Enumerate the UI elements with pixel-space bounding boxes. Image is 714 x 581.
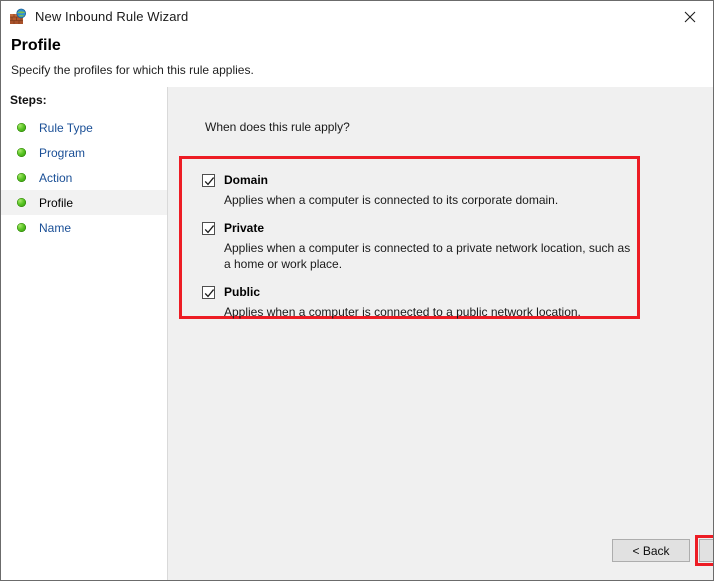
step-bullet-icon	[17, 198, 26, 207]
sidebar-item-name[interactable]: Name	[1, 215, 167, 240]
wizard-header: Profile Specify the profiles for which t…	[1, 32, 713, 87]
step-bullet-icon	[17, 173, 26, 182]
next-button[interactable]: Next >	[699, 539, 713, 562]
profile-public-header: Public	[202, 285, 634, 299]
sidebar-item-label: Name	[39, 220, 72, 235]
profile-label: Public	[224, 285, 261, 299]
sidebar-item-profile[interactable]: Profile	[1, 190, 167, 215]
steps-list: Rule Type Program Action Profile Name	[1, 115, 167, 240]
close-icon[interactable]	[667, 1, 713, 32]
steps-heading: Steps:	[10, 93, 47, 107]
profile-label: Private	[224, 221, 265, 235]
profile-domain-header: Domain	[202, 173, 634, 187]
sidebar-item-label: Profile	[39, 195, 74, 210]
profile-option-private: Private Applies when a computer is conne…	[202, 221, 634, 272]
public-checkbox[interactable]	[202, 286, 215, 299]
page-title: Profile	[11, 37, 61, 54]
profile-description: Applies when a computer is connected to …	[224, 241, 631, 271]
private-checkbox[interactable]	[202, 222, 215, 235]
profile-option-domain: Domain Applies when a computer is connec…	[202, 173, 634, 208]
wizard-content: When does this rule apply? Domain Applie…	[168, 87, 713, 580]
profile-private-header: Private	[202, 221, 634, 235]
steps-sidebar: Steps: Rule Type Program Action Profile …	[1, 87, 168, 580]
sidebar-item-label: Program	[39, 145, 86, 160]
title-bar: New Inbound Rule Wizard	[1, 1, 713, 32]
sidebar-item-program[interactable]: Program	[1, 140, 167, 165]
step-bullet-icon	[17, 123, 26, 132]
sidebar-item-label: Rule Type	[39, 120, 93, 135]
sidebar-item-action[interactable]: Action	[1, 165, 167, 190]
window-title: New Inbound Rule Wizard	[35, 9, 189, 24]
sidebar-item-label: Action	[39, 170, 73, 185]
domain-checkbox[interactable]	[202, 174, 215, 187]
profile-option-public: Public Applies when a computer is connec…	[202, 285, 634, 320]
step-bullet-icon	[17, 148, 26, 157]
profile-description: Applies when a computer is connected to …	[224, 305, 581, 319]
page-subtitle: Specify the profiles for which this rule…	[11, 63, 254, 77]
sidebar-item-rule-type[interactable]: Rule Type	[1, 115, 167, 140]
firewall-globe-icon	[9, 8, 27, 26]
new-inbound-rule-wizard-window: New Inbound Rule Wizard Profile Specify …	[0, 0, 714, 581]
question-text: When does this rule apply?	[205, 120, 350, 134]
step-bullet-icon	[17, 223, 26, 232]
profile-label: Domain	[224, 173, 269, 187]
back-button[interactable]: < Back	[612, 539, 690, 562]
profile-checkbox-group-annotation: Domain Applies when a computer is connec…	[179, 156, 640, 319]
profile-description: Applies when a computer is connected to …	[224, 193, 559, 207]
